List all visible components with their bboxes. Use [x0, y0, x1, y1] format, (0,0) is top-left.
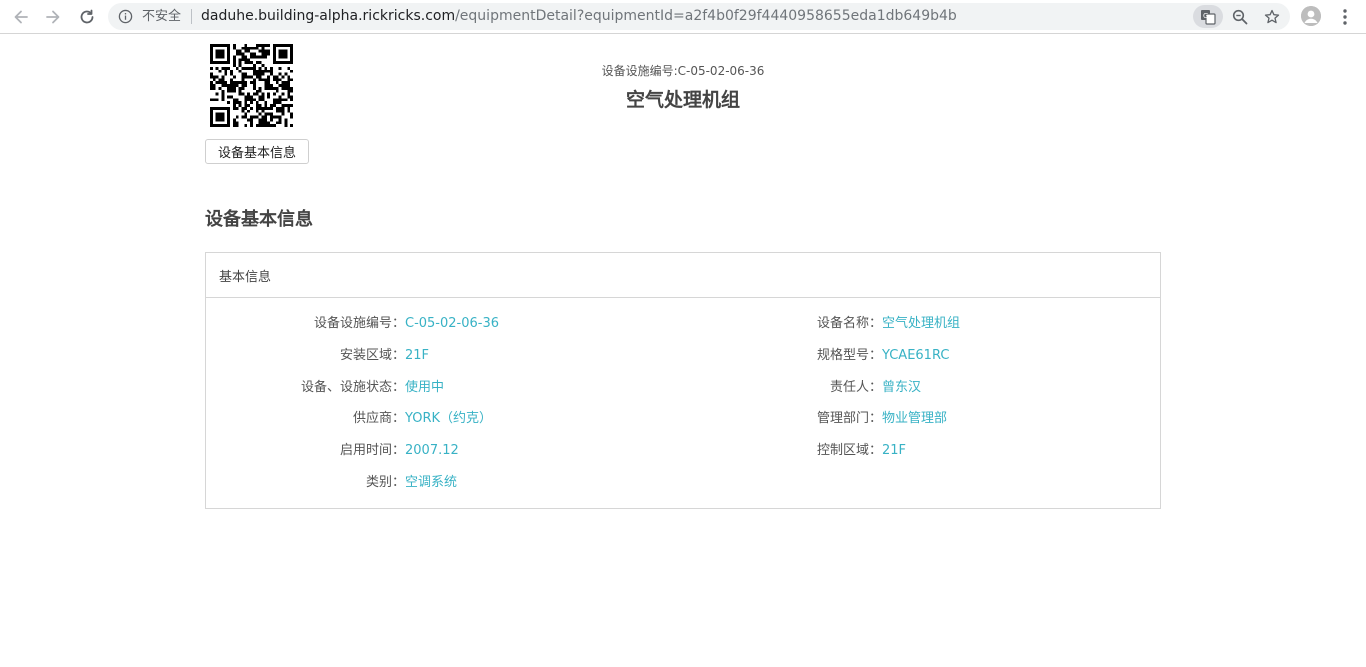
field-label: 规格型号：: [816, 347, 882, 363]
more-vertical-icon: [1343, 9, 1347, 25]
url-path: /equipmentDetail?equipmentId=a2f4b0f29f4…: [455, 8, 957, 24]
field-label: 设备名称：: [816, 316, 882, 331]
zoom-out-icon: [1232, 9, 1248, 25]
forward-button[interactable]: [41, 5, 65, 29]
field-row: 管理部门： 物业管理部: [206, 409, 1162, 429]
profile-avatar[interactable]: [1301, 6, 1321, 26]
page-content: 设备基本信息 设备设施编号:C-05-02-06-36 空气处理机组 设备基本信…: [0, 35, 1366, 667]
user-icon: [1301, 6, 1321, 26]
url-host: daduhe.building-alpha.rickricks.com: [201, 8, 456, 24]
field-value: 21F: [882, 443, 907, 459]
card-header-title: 基本信息: [219, 269, 272, 285]
equipment-code-line: 设备设施编号:C-05-02-06-36: [0, 62, 1366, 79]
card-header: 基本信息: [206, 253, 1160, 298]
omnibox-divider: [191, 9, 192, 24]
basic-info-card: 基本信息 设备设施编号： C-05-02-06-36 安装区域： 21F 设备、设施状态…: [205, 252, 1161, 509]
browser-menu-button[interactable]: [1335, 7, 1355, 27]
field-value: 物业管理部: [882, 411, 948, 427]
field-value: 曾东汉: [882, 379, 922, 395]
translate-button[interactable]: G: [1193, 5, 1223, 28]
field-row: 责任人： 曾东汉: [206, 378, 1162, 398]
bookmark-button[interactable]: [1262, 7, 1282, 27]
field-row: 规格型号： YCAE61RC: [206, 346, 1162, 366]
star-icon: [1264, 9, 1280, 24]
url-text[interactable]: daduhe.building-alpha.rickricks.com/equi…: [201, 8, 957, 25]
back-button[interactable]: [9, 5, 33, 29]
security-label[interactable]: 不安全: [142, 9, 181, 24]
field-value: 空调系统: [405, 475, 458, 490]
basic-info-tab-button[interactable]: 设备基本信息: [205, 139, 309, 164]
page-title: 空气处理机组: [625, 89, 740, 111]
arrow-right-icon: [46, 10, 60, 24]
section-title: 设备基本信息: [205, 209, 313, 230]
reload-button[interactable]: [75, 5, 99, 29]
field-row: 控制区域： 21F: [206, 441, 1162, 461]
info-icon[interactable]: [118, 9, 133, 24]
translate-icon: G: [1201, 9, 1216, 25]
svg-text:G: G: [1203, 12, 1208, 20]
address-bar[interactable]: 不安全 daduhe.building-alpha.rickricks.com/…: [108, 3, 1290, 30]
field-row: 类别： 空调系统: [206, 473, 1162, 493]
field-value: YCAE61RC: [882, 347, 950, 363]
browser-toolbar: 不安全 daduhe.building-alpha.rickricks.com/…: [0, 0, 1366, 34]
equipment-code-text: 设备设施编号:C-05-02-06-36: [601, 64, 765, 78]
field-value: 空气处理机组: [882, 316, 961, 331]
field-label: 控制区域：: [816, 443, 882, 459]
field-label: 类别：: [365, 475, 405, 490]
field-label: 责任人：: [829, 379, 882, 395]
field-label: 管理部门：: [816, 411, 882, 427]
zoom-button[interactable]: [1230, 7, 1250, 27]
arrow-left-icon: [14, 10, 28, 24]
reload-icon: [80, 9, 94, 24]
field-row: 设备名称： 空气处理机组: [206, 314, 1162, 334]
